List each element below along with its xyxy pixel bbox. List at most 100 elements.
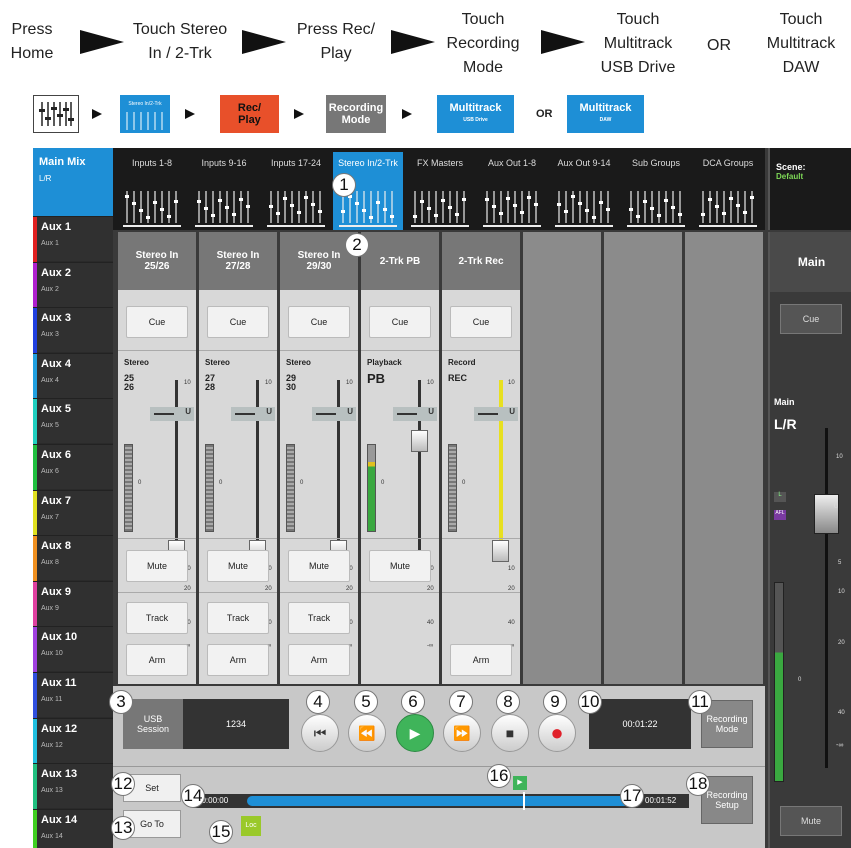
fader-track xyxy=(256,380,259,550)
timeline-progress[interactable] xyxy=(247,796,629,806)
multitrack-daw-button-mini: Multitrack DAW xyxy=(567,95,644,133)
main-cue-button[interactable]: Cue xyxy=(780,304,842,334)
strip-name[interactable]: Stereo In 25/26 xyxy=(118,232,196,290)
arm-button[interactable]: Arm xyxy=(207,644,269,676)
tab-sub-groups[interactable]: Sub Groups xyxy=(621,152,691,230)
mixer-screen: Main Mix L/R Aux 1 Aux 1 Aux 2 Aux 2 Aux 3 Au… xyxy=(33,148,851,848)
arm-button[interactable]: Arm xyxy=(450,644,512,676)
fader-scale-tick: 10 xyxy=(427,380,434,386)
cue-button[interactable]: Cue xyxy=(369,306,431,338)
mute-button[interactable]: Mute xyxy=(288,550,350,582)
callout-number: 17 xyxy=(620,784,644,808)
aux-sub: Aux 7 xyxy=(41,513,59,521)
aux-mix-select[interactable]: Aux 3 Aux 3 xyxy=(33,307,113,354)
fader-knob[interactable] xyxy=(492,540,509,562)
tab-dca-groups[interactable]: DCA Groups xyxy=(693,152,763,230)
tab-label: Aux Out 9-14 xyxy=(557,158,611,168)
cue-button[interactable]: Cue xyxy=(126,306,188,338)
arm-button[interactable]: Arm xyxy=(126,644,188,676)
strip-source-label: 27 28 xyxy=(205,373,216,392)
meter-zero-label: 0 xyxy=(462,480,466,486)
empty-strip xyxy=(604,232,682,684)
callout-number: 3 xyxy=(109,690,133,714)
strip-meter xyxy=(205,444,214,532)
scene-display[interactable]: Scene: Default xyxy=(768,148,851,230)
rewind-button[interactable]: ⏪ xyxy=(348,714,386,752)
timeline-playhead[interactable] xyxy=(523,792,525,810)
main-label: Main xyxy=(774,397,795,407)
fader-scale-tick: 40 xyxy=(508,620,515,626)
fast-forward-button[interactable]: ⏩ xyxy=(443,714,481,752)
session-name-field[interactable]: 1234 xyxy=(183,699,289,749)
step-touch-multitrack-daw: Touch Multitrack DAW xyxy=(766,11,836,76)
cue-button[interactable]: Cue xyxy=(207,306,269,338)
home-mixer-icon xyxy=(33,95,79,133)
fader-track xyxy=(418,380,421,550)
callout-number: 6 xyxy=(401,690,425,714)
track-button[interactable]: Track xyxy=(126,602,188,634)
record-button[interactable]: ● xyxy=(538,714,576,752)
or-label: OR xyxy=(707,37,731,54)
aux-name: Aux 10 xyxy=(41,631,78,644)
aux-mix-select[interactable]: Aux 2 Aux 2 xyxy=(33,261,113,308)
aux-mix-select[interactable]: Aux 13 Aux 13 xyxy=(33,763,113,810)
aux-mix-select[interactable]: Aux 5 Aux 5 xyxy=(33,398,113,445)
aux-mix-select[interactable]: Aux 4 Aux 4 xyxy=(33,352,113,399)
tab-inputs-17-24[interactable]: Inputs 17-24 xyxy=(261,152,331,230)
divider xyxy=(118,538,196,539)
strip-name[interactable]: 2-Trk Rec xyxy=(442,232,520,290)
channel-strip: 2-Trk PBCuePlaybackPB0U10102040-∞Mute xyxy=(361,232,439,684)
stereo-in-tab-mini: Stereo In/2-Trk xyxy=(120,95,170,133)
fader-knob[interactable] xyxy=(411,430,428,452)
aux-mix-select[interactable]: Aux 8 Aux 8 xyxy=(33,535,113,582)
divider xyxy=(280,592,358,593)
callout-number: 10 xyxy=(578,690,602,714)
tab-inputs-1-8[interactable]: Inputs 1-8 xyxy=(117,152,187,230)
tab-fx-masters[interactable]: FX Masters xyxy=(405,152,475,230)
aux-mix-select[interactable]: Aux 14 Aux 14 xyxy=(33,808,113,848)
unity-marker: U xyxy=(150,407,194,421)
track-button[interactable]: Track xyxy=(207,602,269,634)
channel-strip: Stereo In 25/26CueStereo25 260U10102040-… xyxy=(118,232,196,684)
main-master-column: Main Cue Main L/R L AFL 10 U 5 10 20 40 … xyxy=(768,232,851,848)
aux-mix-select[interactable]: Aux 7 Aux 7 xyxy=(33,489,113,536)
aux-mix-select[interactable]: Aux 9 Aux 9 xyxy=(33,580,113,627)
main-mix-select[interactable]: Main Mix L/R xyxy=(33,148,113,216)
tab-meter-graphic xyxy=(555,187,613,227)
stop-button[interactable]: ■ xyxy=(491,714,529,752)
fader-scale-tick: -∞ xyxy=(427,643,434,649)
strip-name[interactable]: 2-Trk PB xyxy=(361,232,439,290)
strip-source-label: 25 26 xyxy=(124,373,135,392)
aux-mix-select[interactable]: Aux 6 Aux 6 xyxy=(33,444,113,490)
main-fader-knob[interactable] xyxy=(814,494,839,534)
callout-number: 18 xyxy=(686,772,710,796)
tab-aux-out-1-8[interactable]: Aux Out 1-8 xyxy=(477,152,547,230)
fader-track xyxy=(175,380,178,550)
tab-inputs-9-16[interactable]: Inputs 9-16 xyxy=(189,152,259,230)
arm-button[interactable]: Arm xyxy=(288,644,350,676)
mute-button[interactable]: Mute xyxy=(126,550,188,582)
aux-color-bar xyxy=(33,217,37,262)
strip-meter xyxy=(124,444,133,532)
aux-mix-select[interactable]: Aux 1 Aux 1 xyxy=(33,216,113,262)
mute-button[interactable]: Mute xyxy=(207,550,269,582)
strip-type-label: Record xyxy=(448,358,476,367)
track-button[interactable]: Track xyxy=(288,602,350,634)
fader-scale-tick: 10 xyxy=(184,380,191,386)
aux-mix-select[interactable]: Aux 12 Aux 12 xyxy=(33,717,113,764)
mute-button[interactable]: Mute xyxy=(369,550,431,582)
rewind-to-start-button[interactable]: ⏮ xyxy=(301,714,339,752)
locate-marker[interactable]: Loc xyxy=(241,816,261,836)
aux-name: Aux 13 xyxy=(41,768,78,781)
play-button[interactable]: ▶ xyxy=(396,714,434,752)
cue-button[interactable]: Cue xyxy=(450,306,512,338)
aux-name: Aux 11 xyxy=(41,677,77,689)
aux-mix-select[interactable]: Aux 10 Aux 10 xyxy=(33,626,113,673)
aux-mix-select[interactable]: Aux 11 Aux 11 xyxy=(33,672,113,718)
strip-name[interactable]: Stereo In 27/28 xyxy=(199,232,277,290)
main-mute-button[interactable]: Mute xyxy=(780,806,842,836)
arrow-1 xyxy=(80,30,124,54)
aux-sub: Aux 10 xyxy=(41,650,63,658)
cue-button[interactable]: Cue xyxy=(288,306,350,338)
tab-aux-out-9-14[interactable]: Aux Out 9-14 xyxy=(549,152,619,230)
